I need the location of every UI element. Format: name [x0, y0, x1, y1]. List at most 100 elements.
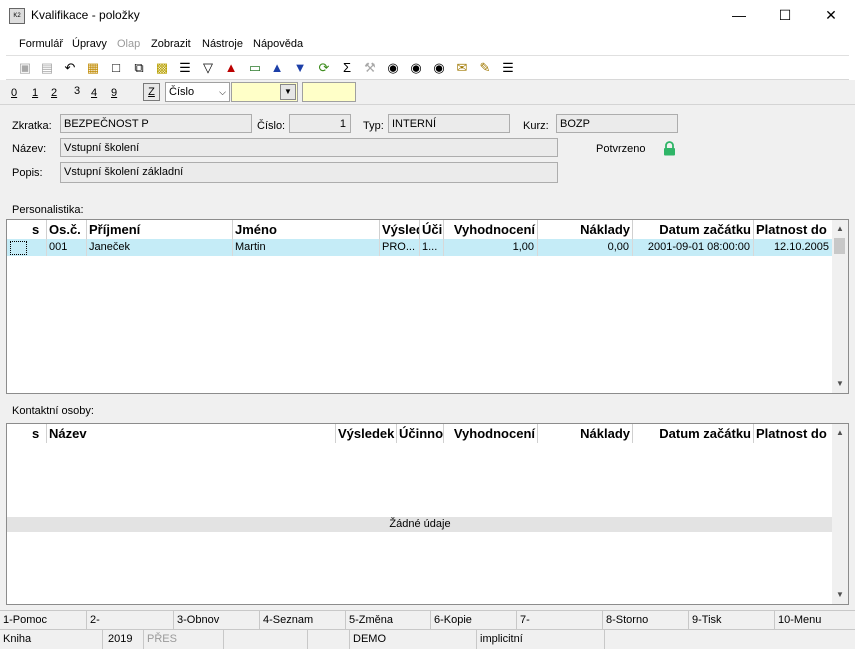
- mail-icon[interactable]: ✉: [453, 59, 471, 77]
- book-icon[interactable]: ☰: [176, 59, 194, 77]
- column-header-naklady[interactable]: Náklady: [538, 220, 633, 239]
- search-input[interactable]: [302, 82, 356, 102]
- tab-4[interactable]: 4: [91, 87, 97, 99]
- cell-prijmeni: Janeček: [87, 239, 233, 256]
- vertical-scrollbar[interactable]: ▲ ▼: [832, 424, 848, 604]
- cislo-field[interactable]: 1: [289, 114, 351, 133]
- arrow-down-icon[interactable]: ▼: [291, 59, 309, 77]
- new-document-icon[interactable]: □: [107, 59, 125, 77]
- undo-icon[interactable]: ↶: [61, 59, 79, 77]
- copy-icon[interactable]: ⧉: [130, 59, 148, 77]
- scroll-thumb[interactable]: [834, 238, 845, 254]
- column-header-platnost[interactable]: Platnost do: [754, 220, 833, 239]
- grid-header: s Os.č. Příjmení Jméno Výsledek Účinnost…: [7, 220, 833, 239]
- column-header-ucinnost[interactable]: Účinnost: [420, 220, 444, 239]
- menu-napoveda[interactable]: Nápověda: [253, 38, 303, 50]
- tab-3[interactable]: 3: [74, 85, 80, 97]
- save-close-icon[interactable]: ▤: [38, 59, 56, 77]
- vertical-scrollbar[interactable]: ▲ ▼: [832, 220, 848, 393]
- popis-field[interactable]: Vstupní školení základní: [60, 162, 558, 183]
- cell-datum: 2001-09-01 08:00:00: [633, 239, 754, 256]
- column-header-vysledek[interactable]: Výsledek: [380, 220, 420, 239]
- tab-1[interactable]: 1: [32, 87, 38, 99]
- tab-2[interactable]: 2: [51, 87, 57, 99]
- menu-upravy[interactable]: Úpravy: [72, 38, 107, 50]
- tab-9[interactable]: 9: [111, 87, 117, 99]
- zkratka-label: Zkratka:: [12, 120, 52, 132]
- sum-icon[interactable]: Σ: [338, 59, 356, 77]
- menu-olap[interactable]: Olap: [117, 38, 140, 50]
- scroll-down-icon[interactable]: ▼: [832, 588, 848, 602]
- personalistika-grid[interactable]: s Os.č. Příjmení Jméno Výsledek Účinnost…: [6, 219, 849, 394]
- cell-platnost: 12.10.2005: [754, 239, 833, 256]
- clear-filter-icon[interactable]: ▲: [222, 59, 240, 77]
- column-header-prijmeni[interactable]: Příjmení: [87, 220, 233, 239]
- menu-icon[interactable]: ☰: [499, 59, 517, 77]
- table-row[interactable]: 001 Janeček Martin PRO... 1... 1,00 0,00…: [7, 239, 833, 256]
- scroll-up-icon[interactable]: ▲: [832, 222, 848, 236]
- minimize-button[interactable]: —: [716, 0, 762, 31]
- scroll-down-icon[interactable]: ▼: [832, 377, 848, 391]
- refresh-icon[interactable]: ⟳: [315, 59, 333, 77]
- column-header-osc[interactable]: Os.č.: [47, 220, 87, 239]
- fkey-5[interactable]: 5-Změna: [346, 611, 431, 630]
- find-next-icon[interactable]: ◉: [407, 59, 425, 77]
- fkey-1[interactable]: 1-Pomoc: [0, 611, 87, 630]
- column-header-nazev[interactable]: Název: [47, 424, 336, 443]
- notes-icon[interactable]: ✎: [476, 59, 494, 77]
- column-header-vysledek[interactable]: Výsledek: [336, 424, 397, 443]
- fkey-9[interactable]: 9-Tisk: [689, 611, 775, 630]
- empty-state: Žádné údaje: [7, 517, 833, 532]
- filter-icon[interactable]: ▽: [199, 59, 217, 77]
- menu-formular[interactable]: Formulář: [19, 38, 63, 50]
- open-folder-icon[interactable]: ▦: [84, 59, 102, 77]
- books-icon[interactable]: ▭: [246, 59, 264, 77]
- nazev-field[interactable]: Vstupní školení: [60, 138, 558, 157]
- fkey-6[interactable]: 6-Kopie: [431, 611, 517, 630]
- column-header-naklady[interactable]: Náklady: [538, 424, 633, 443]
- scroll-up-icon[interactable]: ▲: [832, 426, 848, 440]
- sort-select[interactable]: Číslo ⌵: [165, 82, 230, 102]
- fkey-10[interactable]: 10-Menu: [775, 611, 855, 630]
- save-icon[interactable]: ▣: [16, 59, 34, 77]
- column-header-jmeno[interactable]: Jméno: [233, 220, 380, 239]
- arrow-up-icon[interactable]: ▲: [268, 59, 286, 77]
- sort-direction-button[interactable]: Z: [143, 83, 160, 101]
- column-header-datum[interactable]: Datum začátku: [633, 424, 754, 443]
- column-header-vyhodnoceni[interactable]: Vyhodnocení: [444, 424, 538, 443]
- kurz-field[interactable]: BOZP: [556, 114, 678, 133]
- binoculars-icon[interactable]: ◉: [430, 59, 448, 77]
- lock-icon[interactable]: ▩: [153, 59, 171, 77]
- fkey-2[interactable]: 2-: [87, 611, 174, 630]
- fkey-4[interactable]: 4-Seznam: [260, 611, 346, 630]
- column-header-vyhodnoceni[interactable]: Vyhodnocení: [444, 220, 538, 239]
- menu-nastroje[interactable]: Nástroje: [202, 38, 243, 50]
- column-header-datum[interactable]: Datum začátku: [633, 220, 754, 239]
- tools-icon[interactable]: ⚒: [361, 59, 379, 77]
- typ-field[interactable]: INTERNÍ: [388, 114, 510, 133]
- maximize-button[interactable]: ☐: [762, 0, 808, 31]
- menu-zobrazit[interactable]: Zobrazit: [151, 38, 191, 50]
- status-bar: Kniha 2019 PŘES DEMO implicitní: [0, 629, 855, 649]
- close-button[interactable]: ✕: [808, 0, 854, 31]
- function-key-bar: 1-Pomoc 2- 3-Obnov 4-Seznam 5-Změna 6-Ko…: [0, 610, 855, 630]
- dropdown-arrow-icon[interactable]: ▼: [280, 84, 296, 100]
- kontaktni-osoby-grid[interactable]: s Název Výsledek Účinnost Vyhodnocení Ná…: [6, 423, 849, 605]
- fkey-8[interactable]: 8-Storno: [603, 611, 689, 630]
- fkey-3[interactable]: 3-Obnov: [174, 611, 260, 630]
- tab-0[interactable]: 0: [11, 87, 17, 99]
- row-indicator[interactable]: [7, 239, 30, 256]
- status-mode: PŘES: [144, 630, 224, 649]
- tabs-row: 0 1 2 3 4 9: [0, 80, 855, 105]
- zkratka-field[interactable]: BEZPEČNOST P: [60, 114, 252, 133]
- popis-label: Popis:: [12, 167, 43, 179]
- find-icon[interactable]: ◉: [384, 59, 402, 77]
- grid-header: s Název Výsledek Účinnost Vyhodnocení Ná…: [7, 424, 833, 443]
- column-header-platnost[interactable]: Platnost do: [754, 424, 833, 443]
- fkey-7[interactable]: 7-: [517, 611, 603, 630]
- column-header-s[interactable]: s: [30, 424, 47, 443]
- column-header-s[interactable]: s: [30, 220, 47, 239]
- filter-select[interactable]: ▼: [231, 82, 298, 102]
- column-header-ucinnost[interactable]: Účinnost: [397, 424, 444, 443]
- lock-icon: [664, 141, 675, 156]
